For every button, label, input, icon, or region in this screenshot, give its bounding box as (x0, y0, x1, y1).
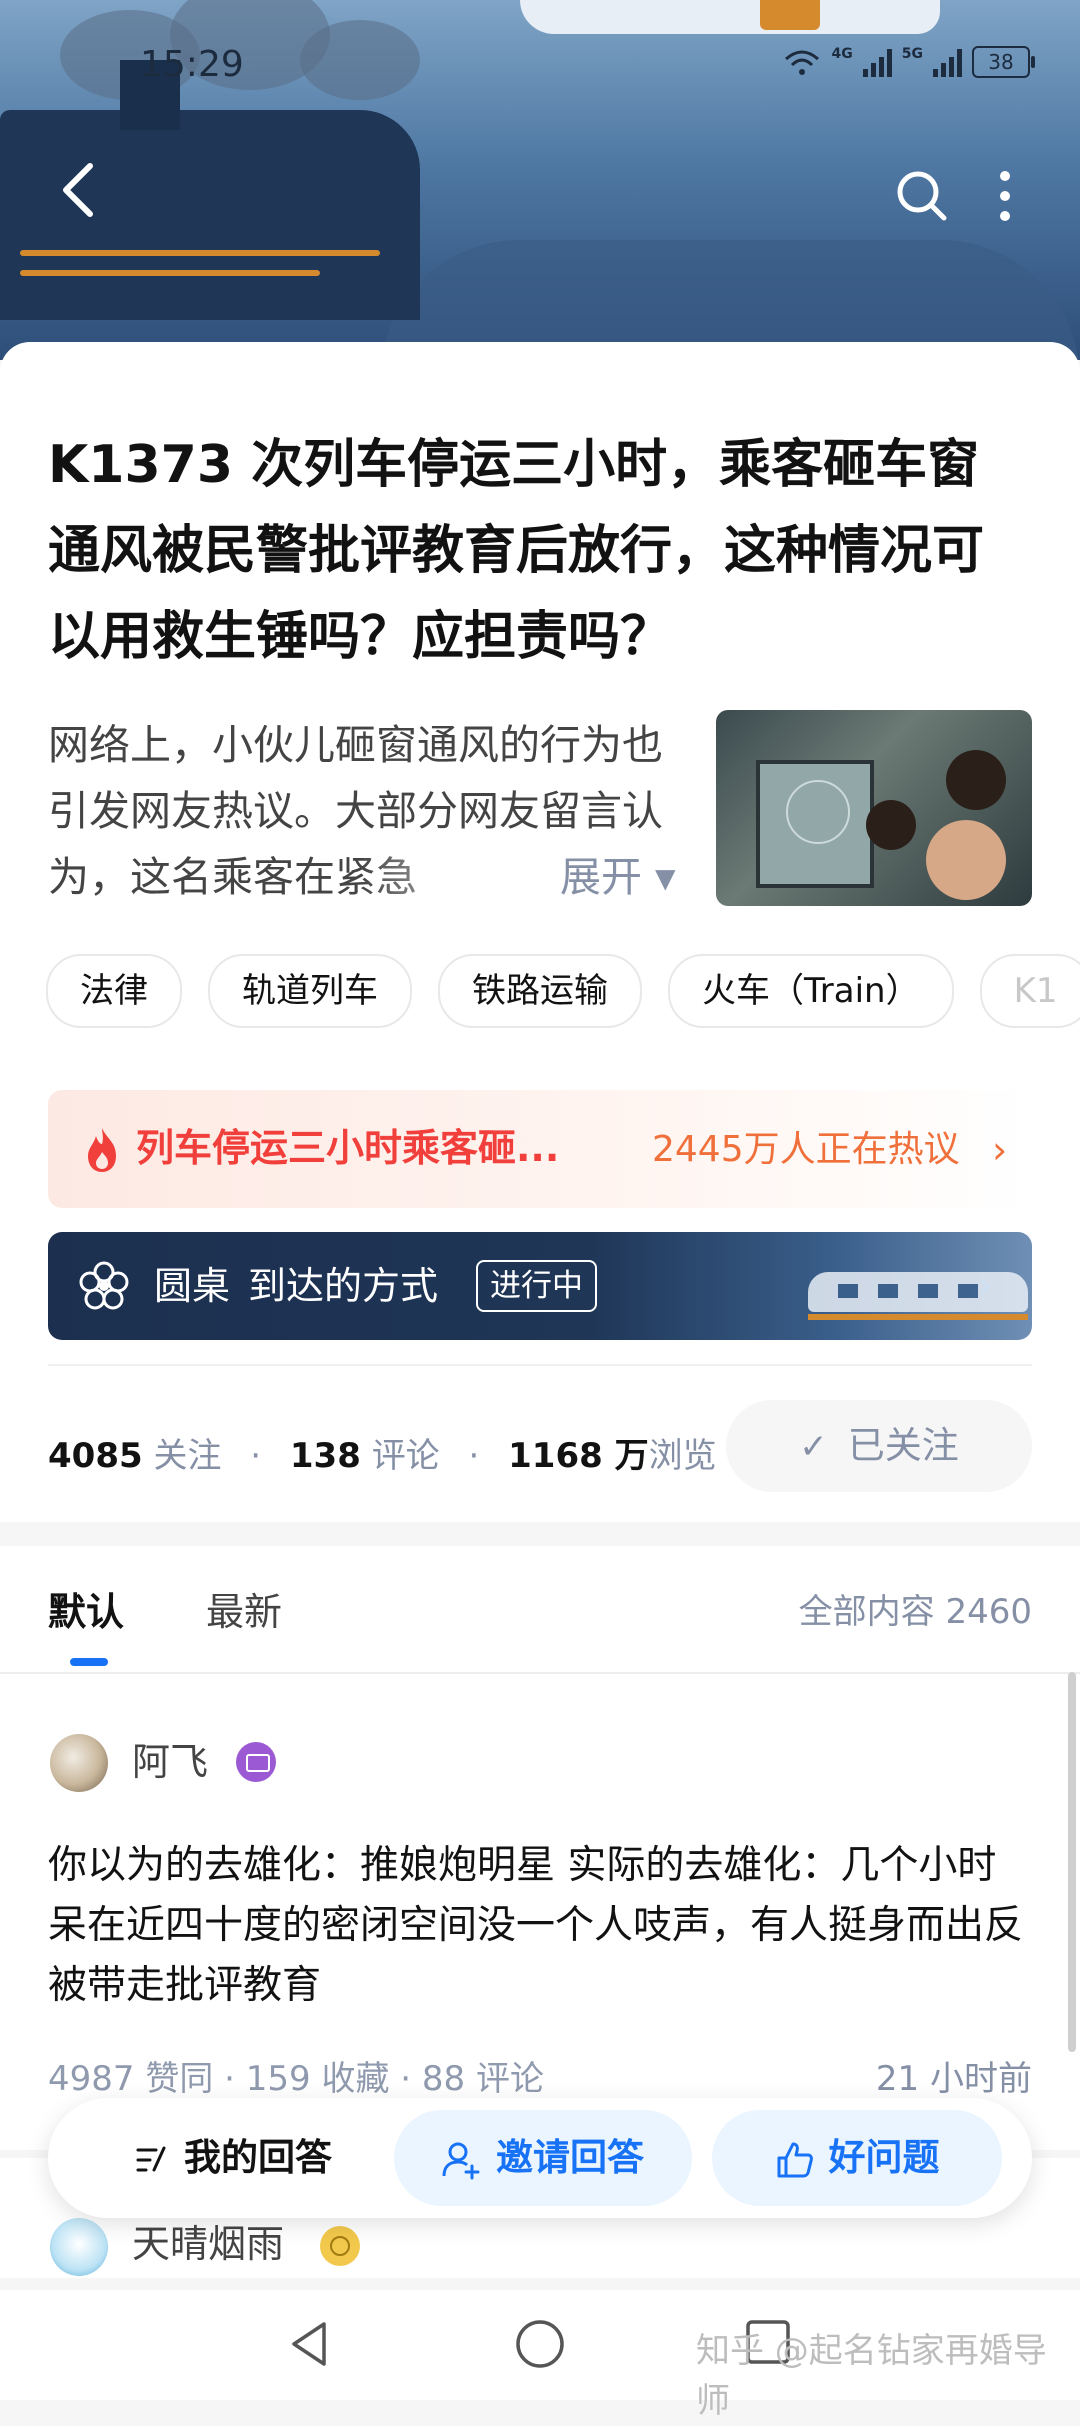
answer-tabs: 默认 最新 全部内容 2460 (0, 1546, 1080, 1674)
scrollbar[interactable] (1068, 1672, 1076, 2052)
thumbnail-crack (786, 780, 850, 844)
answer-body[interactable]: 你以为的去雄化：推娘炮明星 实际的去雄化：几个小时呆在近四十度的密闭空间没一个人… (48, 1836, 1032, 2016)
creator-badge-icon (320, 2226, 360, 2266)
author-name[interactable]: 阿飞 (132, 1732, 208, 1792)
tab-latest[interactable]: 最新 (206, 1586, 282, 1638)
answer-item[interactable]: 阿飞 你以为的去雄化：推娘炮明星 实际的去雄化：几个小时呆在近四十度的密闭空间没… (0, 1674, 1080, 2150)
chevron-right-icon: › (992, 1128, 1008, 1172)
tab-default[interactable]: 默认 (48, 1586, 124, 1638)
avatar[interactable] (50, 1734, 108, 1792)
action-bar: 我的回答 邀请回答 好问题 (48, 2098, 1032, 2218)
roundtable-status-badge: 进行中 (476, 1260, 597, 1312)
question-thumbnail[interactable] (716, 710, 1032, 906)
topic-tag[interactable]: K1 (979, 954, 1080, 1028)
follow-button[interactable]: ✓ 已关注 (726, 1400, 1032, 1492)
views-label: 浏览 (648, 1436, 717, 1476)
edit-list-icon (136, 2146, 166, 2171)
chevron-right-icon: › (978, 1265, 993, 1306)
topic-tag[interactable]: 法律 (46, 954, 182, 1028)
invite-answer-label: 邀请回答 (496, 2136, 644, 2179)
thumbnail-person (866, 800, 916, 850)
check-icon: ✓ (799, 1427, 828, 1467)
topic-tag[interactable]: 铁路运输 (438, 954, 642, 1028)
chevron-left-icon (63, 163, 93, 217)
separator-dot: · (250, 1436, 262, 1476)
views-count: 1168 万 (508, 1436, 649, 1476)
followers-count: 4085 (48, 1436, 143, 1476)
status-icons: 4G 5G 38 (782, 46, 1035, 78)
more-button[interactable] (990, 168, 1020, 224)
roundtable-label: 圆桌 (154, 1264, 231, 1308)
roundtable-stripe (808, 1314, 1028, 1320)
good-question-label: 好问题 (828, 2136, 940, 2179)
content-count: 全部内容 2460 (798, 1592, 1032, 1632)
followers-label: 关注 (153, 1436, 222, 1476)
question-title: K1373 次列车停运三小时，乘客砸车窗通风被民警批评教育后放行，这种情况可以用… (48, 435, 985, 667)
network-type-label: 4G (831, 46, 853, 62)
wifi-icon (784, 50, 819, 75)
comments-count[interactable]: 138 (290, 1436, 361, 1476)
status-bar: 15:29 4G 5G 38 (0, 40, 1080, 90)
thumbnail-person (926, 820, 1006, 900)
roundtable-topic: 到达的方式 (248, 1264, 439, 1308)
watermark: 知乎 @起名钻家再婚导师 (696, 2331, 1047, 2421)
hot-count: 2445万人正在热议 (652, 1129, 960, 1170)
answer-time: 21 小时前 (875, 2059, 1032, 2099)
excerpt-fade (360, 844, 560, 910)
system-back-icon[interactable] (284, 2318, 336, 2370)
good-question-button[interactable]: 好问题 (712, 2110, 1002, 2206)
search-button[interactable] (894, 168, 950, 224)
topic-tags: 法律 轨道列车 铁路运输 火车（Train） K1 (46, 954, 1080, 1028)
topic-tag[interactable]: 轨道列车 (208, 954, 412, 1028)
more-vertical-icon (1000, 171, 1010, 221)
question-card: K1373 次列车停运三小时，乘客砸车窗通风被民警批评教育后放行，这种情况可以用… (0, 342, 1080, 1522)
roundtable-train-art (808, 1272, 1028, 1312)
search-icon (897, 171, 947, 221)
my-answer-button[interactable]: 我的回答 (78, 2110, 388, 2206)
expand-link[interactable]: 展开 ▾ (560, 844, 676, 910)
back-button[interactable] (58, 160, 98, 220)
author-name[interactable]: 天晴烟雨 (132, 2214, 284, 2274)
invite-answer-button[interactable]: 邀请回答 (394, 2110, 692, 2206)
system-home-icon[interactable] (514, 2318, 566, 2370)
battery-icon: 38 (972, 46, 1035, 78)
divider (48, 1364, 1032, 1366)
separator-dot: · (468, 1436, 480, 1476)
question-stats: 4085 关注 · 138 评论 · 1168 万浏览 (48, 1426, 717, 1486)
fire-icon (88, 1128, 116, 1172)
answer-meta: 4987 赞同 · 159 收藏 · 88 评论 (48, 2059, 544, 2099)
thumbnail-person (946, 750, 1006, 810)
signal-icon (933, 47, 962, 77)
active-tab-indicator (70, 1658, 108, 1666)
thumbs-up-icon (777, 2142, 813, 2177)
signal-icon (862, 47, 892, 77)
my-answer-label: 我的回答 (184, 2136, 332, 2179)
banner-airplane-tail (760, 0, 820, 30)
banner-stripe (20, 250, 380, 256)
follow-button-label: 已关注 (847, 1424, 959, 1467)
hot-title: 列车停运三小时乘客砸... (136, 1126, 560, 1170)
banner-stripe (20, 270, 320, 276)
system-nav-bar: 知乎 @起名钻家再婚导师 (0, 2290, 1080, 2421)
creator-badge-icon (236, 1742, 276, 1782)
roundtable-banner[interactable]: 圆桌 到达的方式 进行中 › (48, 1232, 1032, 1340)
comments-label[interactable]: 评论 (372, 1436, 440, 1476)
banner-airplane (520, 0, 940, 34)
hot-discussion-banner[interactable]: 列车停运三小时乘客砸... 2445万人正在热议 › (48, 1090, 1032, 1208)
avatar[interactable] (50, 2218, 108, 2276)
network-type-label: 5G (901, 46, 923, 62)
add-user-icon (442, 2142, 480, 2179)
topic-tag[interactable]: 火车（Train） (668, 954, 954, 1028)
status-time: 15:29 (140, 44, 244, 85)
flower-icon (79, 1261, 129, 1310)
